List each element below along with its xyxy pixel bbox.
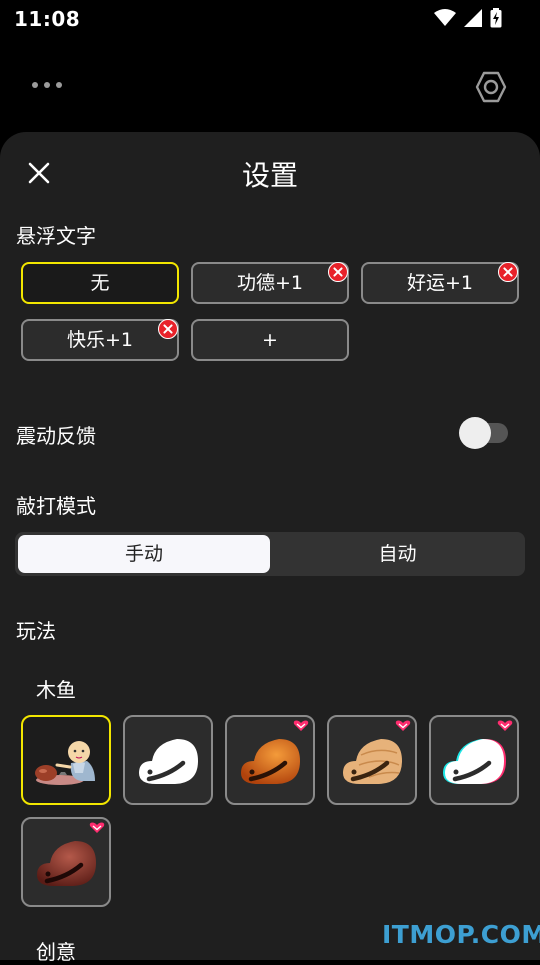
skin-tile-monk[interactable]	[21, 715, 111, 805]
skin-tile-glitch[interactable]	[429, 715, 519, 805]
tap-mode-heading: 敲打模式	[16, 494, 96, 518]
more-icon[interactable]	[32, 82, 62, 88]
monk-fish-image	[35, 741, 95, 785]
tap-mode-auto[interactable]: 自动	[273, 535, 522, 573]
skin-tile-orange[interactable]	[225, 715, 315, 805]
page-title: 设置	[241, 159, 298, 192]
watermark: ITMOP.COM	[382, 920, 540, 949]
battery-icon	[490, 8, 502, 28]
delete-joy-icon[interactable]	[158, 319, 178, 339]
tap-mode-manual[interactable]: 手动	[18, 535, 270, 573]
creative-heading: 创意	[36, 940, 76, 964]
wifi-icon	[434, 9, 456, 26]
gameplay-heading: 玩法	[16, 619, 56, 643]
floating-text-option-none[interactable]: 无	[21, 262, 179, 304]
floating-text-option-luck[interactable]: 好运+1	[361, 262, 519, 304]
skin-tile-white[interactable]	[123, 715, 213, 805]
top-bar	[0, 48, 540, 128]
status-bar: 11:08	[0, 0, 540, 36]
vip-heart-icon	[395, 720, 411, 731]
delete-merit-icon[interactable]	[328, 262, 348, 282]
vip-heart-icon	[89, 822, 105, 833]
floating-text-option-joy[interactable]: 快乐+1	[21, 319, 179, 361]
floating-text-heading: 悬浮文字	[16, 224, 96, 248]
skin-tile-wood[interactable]	[327, 715, 417, 805]
vip-heart-icon	[293, 720, 309, 731]
vibration-label: 震动反馈	[16, 424, 96, 448]
settings-sheet: 设置 悬浮文字 无 功德+1 好运+1 快乐+1 + 震动反馈 敲打模式 手动 …	[0, 132, 540, 964]
add-floating-text-button[interactable]: +	[191, 319, 349, 361]
delete-luck-icon[interactable]	[498, 262, 518, 282]
floating-text-option-merit[interactable]: 功德+1	[191, 262, 349, 304]
signal-icon	[464, 9, 482, 27]
status-time: 11:08	[14, 7, 81, 31]
settings-icon[interactable]	[474, 70, 508, 104]
status-icons	[434, 8, 502, 28]
tap-mode-segmented-control: 手动 自动	[15, 532, 525, 576]
vip-heart-icon	[497, 720, 513, 731]
white-fish-image	[139, 739, 198, 784]
toggle-knob	[459, 417, 491, 449]
skin-tile-mahogany[interactable]	[21, 817, 111, 907]
wooden-fish-heading: 木鱼	[36, 678, 76, 702]
